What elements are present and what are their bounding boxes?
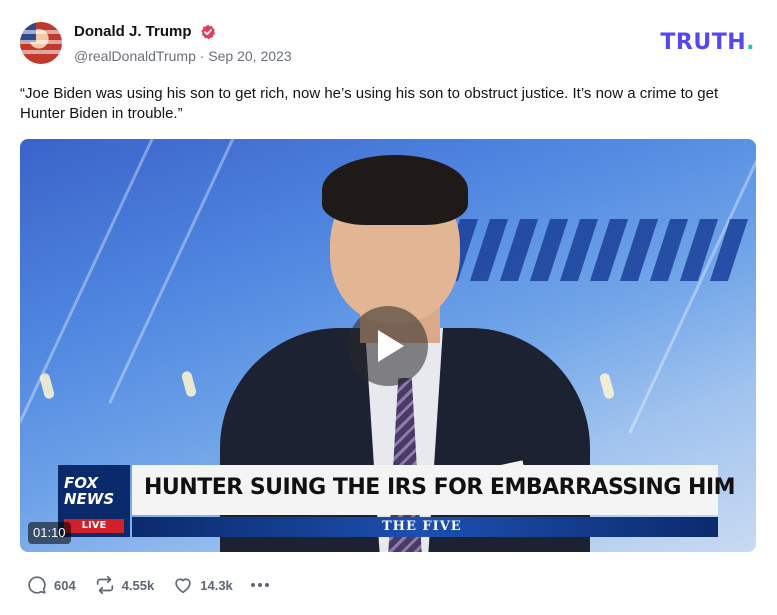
- verified-badge-icon: [201, 24, 215, 39]
- play-icon: [378, 330, 404, 362]
- avatar[interactable]: [20, 22, 62, 64]
- post-text: “Joe Biden was using his son to get rich…: [20, 85, 719, 122]
- logo-text: TRUTH: [660, 30, 747, 55]
- more-button[interactable]: [250, 583, 272, 587]
- truth-logo[interactable]: TRUTH.: [660, 30, 755, 55]
- heart-icon: [175, 578, 191, 594]
- show-name: THE FIVE: [382, 519, 462, 534]
- chyron-headline: HUNTER SUING THE IRS FOR EMBARRASSING HI…: [144, 475, 736, 500]
- logo-dot: .: [746, 30, 755, 55]
- author-handle[interactable]: @realDonaldTrump: [74, 48, 196, 64]
- retruth-icon: [96, 575, 113, 595]
- play-button[interactable]: [348, 306, 428, 386]
- reply-icon: [28, 576, 46, 594]
- network-line2: NEWS: [64, 490, 115, 508]
- news-chyron: FOX NEWS LIVE HUNTER SUING THE IRS FOR EM…: [58, 465, 736, 537]
- action-bar: 604 4.55k 14.3k: [26, 574, 272, 596]
- retruth-button[interactable]: 4.55k: [94, 574, 155, 596]
- post-date[interactable]: Sep 20, 2023: [208, 48, 291, 64]
- video-duration: 01:10: [28, 522, 71, 544]
- post-header: Donald J. Trump @realDonaldTrump · Sep 2…: [20, 22, 757, 66]
- reply-button[interactable]: 604: [26, 574, 76, 596]
- more-icon: [250, 583, 255, 587]
- handle-line: @realDonaldTrump · Sep 20, 2023: [74, 48, 292, 64]
- retruth-count: 4.55k: [121, 577, 155, 593]
- reply-count: 604: [54, 577, 76, 593]
- separator: ·: [199, 48, 205, 64]
- live-badge: LIVE: [64, 519, 124, 533]
- like-count: 14.3k: [200, 577, 233, 593]
- author-block: Donald J. Trump @realDonaldTrump · Sep 2…: [74, 23, 292, 64]
- like-button[interactable]: 14.3k: [172, 574, 233, 596]
- video-player[interactable]: FOX NEWS LIVE HUNTER SUING THE IRS FOR EM…: [20, 139, 756, 552]
- author-name[interactable]: Donald J. Trump: [74, 23, 192, 40]
